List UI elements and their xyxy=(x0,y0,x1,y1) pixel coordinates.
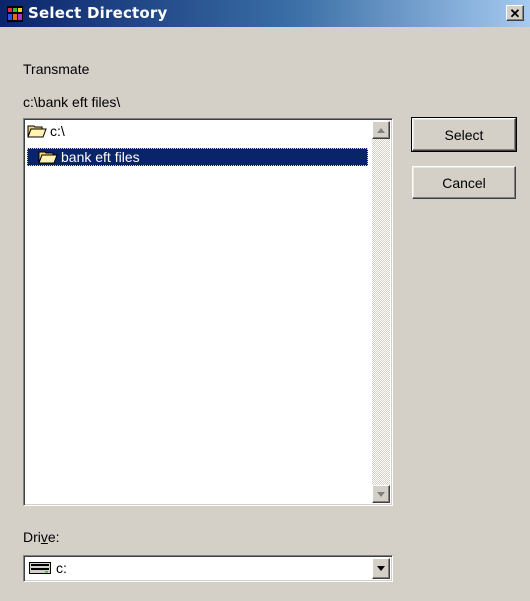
list-item-label: bank eft files xyxy=(61,149,140,165)
app-icon xyxy=(7,6,23,22)
select-button[interactable]: Select xyxy=(411,117,517,152)
select-button-label: Select xyxy=(444,126,484,143)
close-button[interactable]: ✕ xyxy=(506,5,524,21)
select-directory-dialog: Select Directory ✕ Transmate c:\bank eft… xyxy=(0,0,530,601)
open-folder-icon xyxy=(38,151,58,164)
drive-label-part: Dri xyxy=(23,529,41,545)
drive-label-accelerator: v xyxy=(40,529,48,545)
drive-select[interactable]: c: xyxy=(23,555,393,582)
arrow-down-icon xyxy=(377,491,385,497)
drive-icon xyxy=(29,562,51,574)
cancel-button-label: Cancel xyxy=(442,174,486,191)
vertical-scrollbar[interactable] xyxy=(372,121,390,503)
window-title: Select Directory xyxy=(28,4,168,22)
arrow-up-icon xyxy=(377,127,385,133)
open-folder-icon xyxy=(27,125,47,138)
list-item-root[interactable]: c:\ xyxy=(27,122,372,140)
current-path-label: c:\bank eft files\ xyxy=(23,94,121,110)
drive-label: Drive: xyxy=(23,529,60,545)
directory-list[interactable]: c:\ bank eft files xyxy=(23,118,393,506)
drive-dropdown-button[interactable] xyxy=(372,558,390,579)
app-name-label: Transmate xyxy=(23,61,90,77)
drive-label-part: e: xyxy=(47,529,60,545)
title-bar[interactable]: Select Directory ✕ xyxy=(0,0,530,27)
chevron-down-icon xyxy=(377,566,385,571)
scroll-down-button[interactable] xyxy=(372,485,390,503)
list-item-bank-eft-files[interactable]: bank eft files xyxy=(27,148,368,166)
scroll-up-button[interactable] xyxy=(372,121,390,139)
drive-select-value: c: xyxy=(56,560,67,576)
cancel-button[interactable]: Cancel xyxy=(412,166,516,199)
close-icon: ✕ xyxy=(509,5,521,21)
list-item-label: c:\ xyxy=(50,123,65,139)
